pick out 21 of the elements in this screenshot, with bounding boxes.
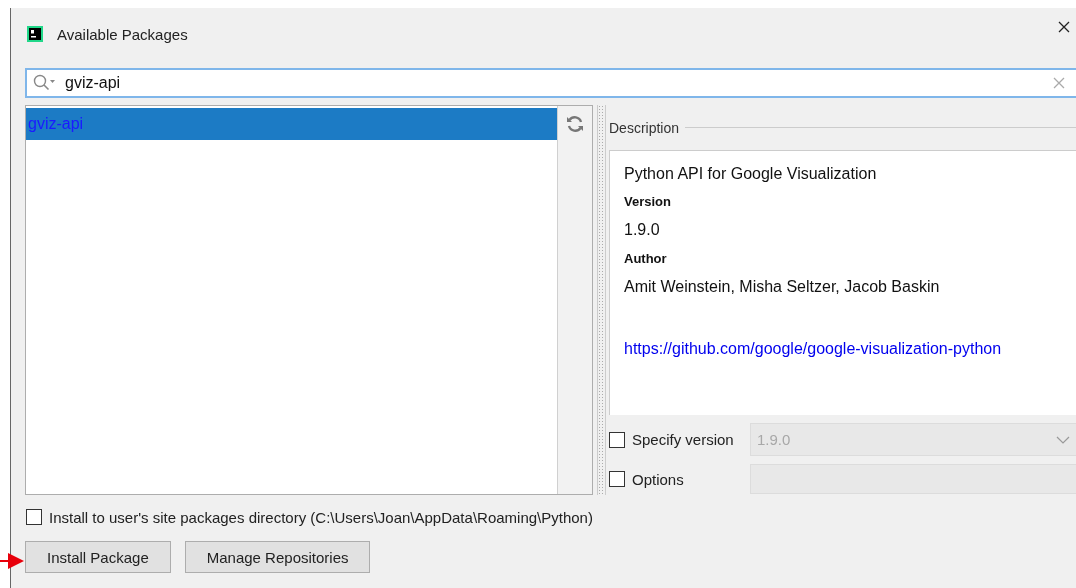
app-logo-icon [27,26,43,42]
refresh-icon[interactable] [565,114,585,134]
field-label: Author [624,251,668,266]
field-label: Version [624,194,672,209]
section-label: Description [609,119,680,136]
checkbox-label: Install to user's site packages directory (C:\Users\Joan\AppData\Roaming\Python) [49,508,593,526]
search-box[interactable]: gviz-api [25,68,1076,98]
checkbox-label: Specify version [632,431,734,448]
checkbox-label: Options [632,470,684,488]
window-title: Available Packages [57,25,188,43]
dialog-button[interactable]: Install Package [25,541,171,573]
package-summary: Python API for Google Visualization [624,165,878,183]
search-input[interactable]: gviz-api [65,74,1044,92]
field-value: 1.9.0 [624,221,661,239]
field-value: Amit Weinstein, Misha Seltzer, Jacob Baskin [624,278,941,296]
dialog-button[interactable]: Manage Repositories [184,541,371,573]
homepage-link[interactable]: https://github.com/google/google-visualization-python [624,340,1062,358]
chevron-down-icon [1056,434,1070,445]
checkbox[interactable] [26,509,42,525]
arrow-icon [0,551,24,571]
search-icon [33,74,57,92]
